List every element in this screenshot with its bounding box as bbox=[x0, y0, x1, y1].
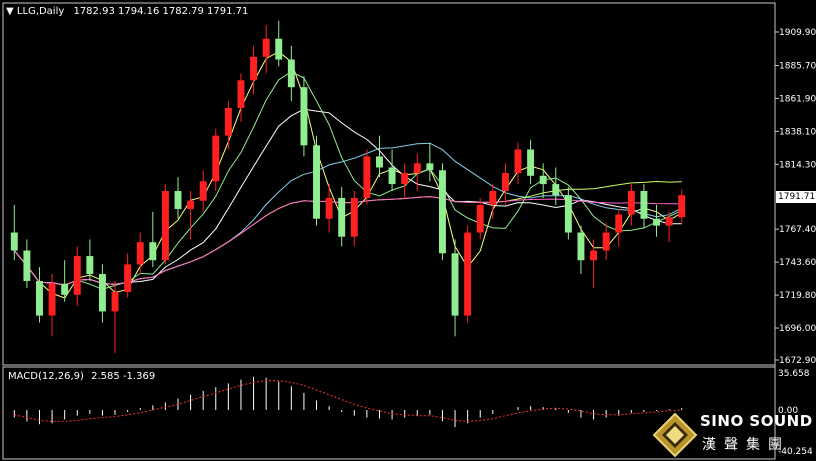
candle-body bbox=[275, 38, 283, 60]
diamond-logo-icon bbox=[652, 412, 698, 458]
candle-body bbox=[212, 135, 220, 182]
candle-body bbox=[149, 242, 157, 261]
candle-body bbox=[338, 197, 346, 237]
chart-header: ▼ LLG,Daily 1782.93 1794.16 1782.79 1791… bbox=[6, 6, 248, 17]
candle-body bbox=[678, 195, 686, 218]
candle-body bbox=[23, 250, 31, 281]
current-price-tag: 1791.71 bbox=[776, 191, 816, 203]
price-tick-label: 1672.90 bbox=[779, 356, 816, 366]
candle-body bbox=[527, 149, 535, 176]
candle-body bbox=[262, 38, 270, 57]
moving-averages bbox=[13, 51, 682, 299]
price-tick-label: 1909.90 bbox=[779, 28, 816, 38]
candle-body bbox=[86, 256, 94, 275]
macd-tick-label: 35.658 bbox=[778, 369, 810, 379]
macd-label: MACD(12,26,9) bbox=[8, 371, 84, 382]
candle-body bbox=[590, 250, 598, 261]
macd-indicator bbox=[13, 376, 683, 428]
price-axis: 1909.90 1885.70 1861.90 1838.10 1814.30 1767.… bbox=[775, 28, 816, 457]
candle-body bbox=[48, 283, 56, 316]
candle-body bbox=[350, 197, 358, 237]
candle-body bbox=[514, 149, 522, 174]
candle-body bbox=[98, 274, 106, 312]
candle-body bbox=[187, 200, 195, 209]
candle-body bbox=[388, 167, 396, 185]
candle-body bbox=[224, 107, 232, 136]
candle-body bbox=[501, 173, 509, 192]
candle-body bbox=[577, 232, 585, 261]
candle-body bbox=[564, 195, 572, 233]
price-tick-label: 1767.40 bbox=[779, 225, 816, 235]
candle-body bbox=[161, 191, 169, 261]
macd-values: 2.585 -1.369 bbox=[91, 371, 156, 382]
price-tick-label: 1814.30 bbox=[779, 160, 816, 170]
candle-body bbox=[602, 232, 610, 251]
candle-body bbox=[300, 87, 308, 146]
candle-body bbox=[124, 264, 132, 293]
ma-line-3 bbox=[13, 51, 682, 299]
logo-name: SINO SOUND bbox=[700, 412, 813, 430]
candle-body bbox=[451, 253, 459, 316]
candle-body bbox=[627, 191, 635, 215]
ohlc-values: 1782.93 1794.16 1782.79 1791.71 bbox=[73, 6, 249, 17]
symbol-timeframe: LLG,Daily bbox=[16, 6, 65, 17]
trading-chart[interactable]: 1909.90 1885.70 1861.90 1838.10 1814.30 1767.… bbox=[0, 0, 816, 461]
candle-body bbox=[325, 197, 333, 219]
price-tick-label: 1885.70 bbox=[779, 61, 816, 71]
candle-body bbox=[653, 218, 660, 226]
macd-header: MACD(12,26,9) 2.585 -1.369 bbox=[8, 371, 155, 382]
candle-body bbox=[665, 217, 673, 226]
candle-body bbox=[539, 175, 547, 185]
candle-body bbox=[363, 156, 371, 198]
candle-body bbox=[10, 232, 18, 251]
candle-body bbox=[136, 242, 144, 265]
candle-body bbox=[287, 59, 295, 88]
candle-body bbox=[174, 191, 182, 209]
candle-body bbox=[401, 173, 409, 185]
candle-body bbox=[615, 214, 623, 233]
macd-signal-line bbox=[14, 380, 682, 422]
price-tick-label: 1719.80 bbox=[779, 291, 816, 301]
candle-body bbox=[313, 145, 320, 219]
candle-body bbox=[61, 283, 69, 295]
candle-body bbox=[237, 80, 245, 108]
candle-body bbox=[426, 163, 434, 171]
candle-body bbox=[111, 292, 119, 312]
candle-body bbox=[489, 191, 497, 205]
price-tick-label: 1838.10 bbox=[779, 127, 816, 137]
candles bbox=[10, 20, 686, 353]
logo-subtitle: 漢聲集團 bbox=[702, 437, 790, 453]
price-tick-label: 1861.90 bbox=[779, 94, 816, 104]
price-tick-label: 1743.60 bbox=[779, 258, 816, 268]
collapse-triangle-icon[interactable]: ▼ bbox=[6, 6, 14, 17]
candle-body bbox=[552, 184, 560, 196]
candle-body bbox=[199, 181, 207, 201]
candle-body bbox=[476, 204, 484, 233]
candle-body bbox=[464, 232, 472, 316]
candle-body bbox=[438, 170, 446, 254]
candle-body bbox=[36, 280, 43, 316]
candle-body bbox=[640, 191, 648, 219]
price-tick-label: 1696.00 bbox=[779, 324, 816, 334]
candle-body bbox=[250, 56, 258, 81]
sinosound-logo: SINO SOUND 漢聲集團 bbox=[650, 410, 816, 461]
candle-body bbox=[73, 256, 81, 295]
candle-body bbox=[413, 163, 421, 174]
candle-body bbox=[376, 156, 383, 168]
